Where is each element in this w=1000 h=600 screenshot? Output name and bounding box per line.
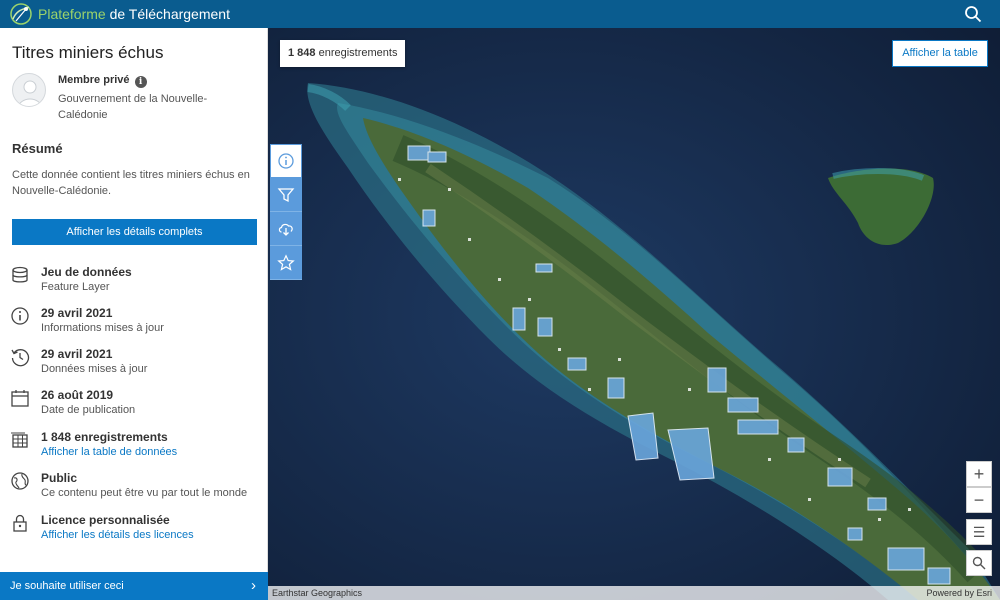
meta-value: Données mises à jour: [41, 363, 148, 375]
lock-icon: [13, 514, 27, 532]
map-attribution: Earthstar Geographics Powered by Esri: [268, 586, 1000, 600]
meta-key: Licence personnalisée: [41, 513, 170, 527]
meta-value: Ce contenu peut être vu par tout le mond…: [41, 487, 248, 499]
meta-key: 29 avril 2021: [41, 347, 113, 361]
satellite-basemap: [268, 28, 1000, 600]
database-icon: [12, 266, 28, 283]
view-data-table-link[interactable]: Afficher la table de données: [41, 446, 177, 458]
use-this-button[interactable]: Je souhaite utiliser ceci ›: [0, 572, 268, 600]
meta-value: Informations mises à jour: [41, 322, 164, 334]
globe-icon: [11, 472, 29, 490]
record-count-number: 1 848: [288, 47, 316, 59]
brand-title-part2: de Téléchargement: [105, 6, 230, 22]
map-search-button[interactable]: [966, 550, 992, 576]
legend-button[interactable]: ☰: [966, 519, 992, 545]
brand-title-part1: Plateforme: [38, 6, 106, 22]
item-title: Titres miniers échus: [12, 43, 164, 62]
search-icon: [972, 556, 986, 570]
info-icon: [278, 153, 294, 169]
meta-item-data-updated: 29 avril 2021 Données mises à jour: [10, 347, 260, 383]
zoom-out-button[interactable]: −: [966, 487, 992, 513]
app-header: Plateforme de Téléchargement: [0, 0, 1000, 28]
owner-info-icon[interactable]: i: [134, 76, 147, 88]
zoom-in-button[interactable]: +: [966, 461, 992, 487]
tool-info[interactable]: [270, 144, 302, 178]
summary-heading: Résumé: [12, 141, 63, 156]
search-icon[interactable]: [964, 5, 982, 23]
history-icon: [11, 349, 30, 367]
minus-icon: −: [973, 490, 985, 510]
record-count-suffix: enregistrements: [315, 47, 398, 59]
platform-logo-icon: [10, 3, 32, 25]
user-silhouette-icon: [18, 80, 42, 106]
owner-avatar: [12, 73, 46, 107]
meta-key: 1 848 enregistrements: [41, 430, 168, 444]
star-icon: [277, 253, 295, 271]
meta-item-type: Jeu de données Feature Layer: [10, 265, 260, 301]
cloud-download-icon: [278, 223, 293, 236]
powered-by-esri-link[interactable]: Powered by Esri: [926, 586, 992, 600]
meta-item-info-updated: 29 avril 2021 Informations mises à jour: [10, 306, 260, 342]
owner-name: Membre privé i: [58, 74, 147, 88]
meta-key: Jeu de données: [41, 265, 132, 279]
tool-favorite[interactable]: [270, 246, 302, 280]
meta-key: 26 août 2019: [41, 388, 114, 402]
map-view[interactable]: 1 848 enregistrements Afficher la table: [268, 28, 1000, 600]
attribution-text: Earthstar Geographics: [272, 588, 363, 598]
use-this-label: Je souhaite utiliser ceci: [10, 580, 124, 592]
item-details-panel: Titres miniers échus Membre privé i Gouve…: [0, 28, 268, 600]
record-count-badge: 1 848 enregistrements: [280, 40, 406, 67]
tool-filter[interactable]: [270, 178, 302, 212]
meta-item-published: 26 août 2019 Date de publication: [10, 388, 260, 424]
owner-name-text: Membre privé: [58, 74, 130, 86]
plus-icon: +: [973, 464, 985, 484]
meta-key: Public: [41, 471, 78, 485]
list-icon: ☰: [972, 524, 986, 540]
meta-key: 29 avril 2021: [41, 306, 113, 320]
summary-text: Cette donnée contient les titres miniers…: [12, 169, 250, 197]
filter-icon: [277, 187, 295, 202]
meta-item-license: Licence personnalisée Afficher les détai…: [10, 513, 260, 549]
view-license-details-link[interactable]: Afficher les détails des licences: [41, 529, 194, 541]
show-table-button[interactable]: Afficher la table: [892, 40, 988, 67]
table-icon: [11, 432, 28, 448]
meta-item-records: 1 848 enregistrements Afficher la table …: [10, 430, 260, 466]
chevron-right-icon: ›: [251, 577, 256, 594]
meta-value: Date de publication: [41, 404, 136, 416]
meta-value: Feature Layer: [41, 281, 110, 293]
info-icon: [11, 307, 29, 325]
calendar-icon: [11, 390, 29, 407]
owner-organization: Gouvernement de la Nouvelle-Calédonie: [58, 93, 208, 121]
map-tool-strip: [270, 144, 302, 280]
meta-item-sharing: Public Ce contenu peut être vu par tout …: [10, 471, 260, 507]
view-full-details-button[interactable]: Afficher les détails complets: [12, 219, 257, 245]
tool-download[interactable]: [270, 212, 302, 246]
brand-title[interactable]: Plateforme de Téléchargement: [38, 6, 230, 22]
